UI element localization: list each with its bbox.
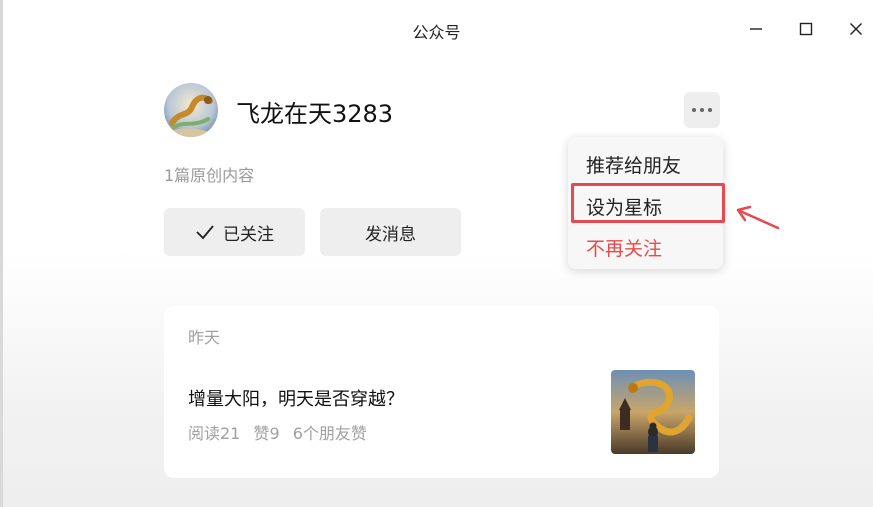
article-stats: 阅读21 赞9 6个朋友赞 bbox=[188, 420, 375, 444]
more-button[interactable] bbox=[684, 92, 720, 128]
close-button[interactable] bbox=[841, 14, 871, 44]
maximize-button[interactable] bbox=[791, 14, 821, 44]
original-content-count: 1篇原创内容 bbox=[164, 166, 255, 185]
send-message-label: 发消息 bbox=[365, 224, 416, 245]
account-name: 飞龙在天3283 bbox=[236, 100, 394, 128]
dragon-warrior-image bbox=[611, 370, 695, 454]
article-date: 昨天 bbox=[188, 328, 221, 347]
followed-button[interactable]: 已关注 bbox=[164, 208, 305, 256]
article-likes: 赞9 bbox=[253, 424, 280, 443]
article-title[interactable]: 增量大阳，明天是否穿越？ bbox=[188, 385, 404, 411]
window-left-edge bbox=[0, 0, 3, 507]
highlight-annotation-box bbox=[571, 183, 725, 223]
more-icon bbox=[692, 108, 696, 112]
minimize-button[interactable] bbox=[741, 14, 771, 44]
check-icon bbox=[196, 225, 214, 240]
maximize-icon bbox=[799, 22, 813, 36]
followed-label: 已关注 bbox=[223, 224, 274, 245]
avatar[interactable] bbox=[164, 83, 218, 137]
article-thumbnail[interactable] bbox=[611, 370, 695, 454]
dragon-avatar-image bbox=[164, 83, 218, 137]
close-icon bbox=[850, 23, 862, 35]
more-icon-dot bbox=[708, 108, 712, 112]
article-reads: 阅读21 bbox=[188, 424, 241, 443]
article-friends-liked: 6个朋友赞 bbox=[292, 424, 367, 443]
article-card[interactable]: 昨天 增量大阳，明天是否穿越？ 阅读21 赞9 6个朋友赞 bbox=[164, 306, 719, 478]
menu-item-unfollow[interactable]: 不再关注 bbox=[586, 234, 662, 261]
more-icon-dot bbox=[700, 108, 704, 112]
pointer-arrow-icon bbox=[736, 205, 780, 230]
menu-item-recommend[interactable]: 推荐给朋友 bbox=[586, 151, 681, 178]
minimize-icon bbox=[750, 28, 762, 30]
send-message-button[interactable]: 发消息 bbox=[320, 208, 461, 256]
